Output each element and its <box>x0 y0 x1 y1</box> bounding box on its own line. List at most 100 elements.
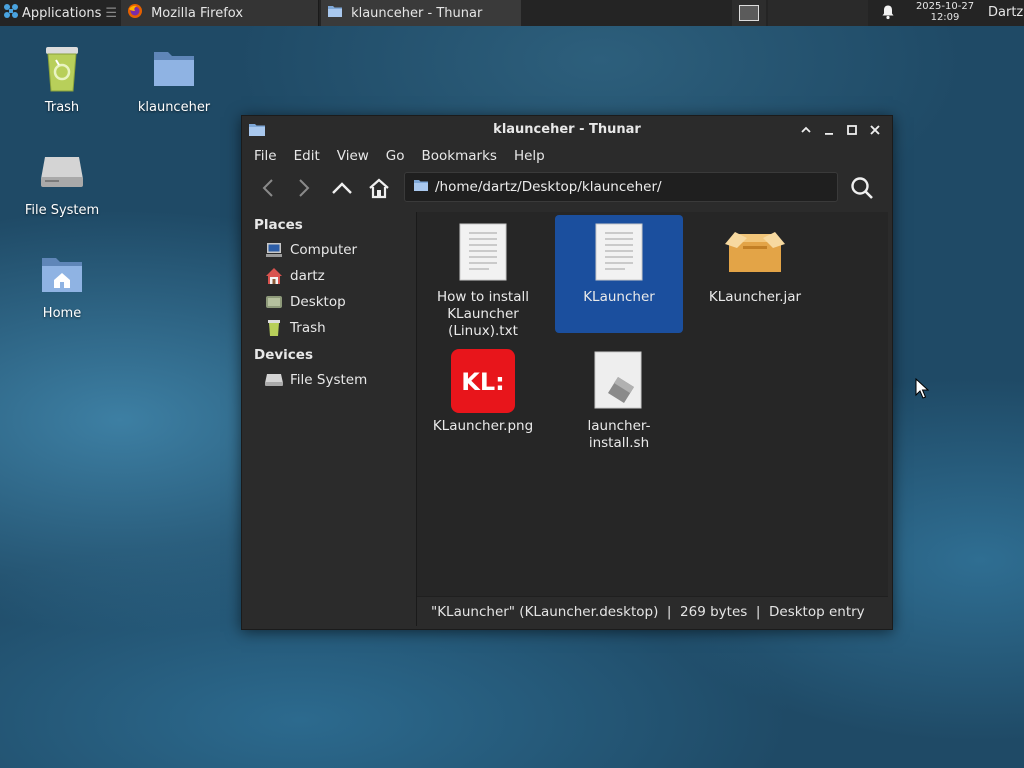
maximize-icon <box>846 125 857 135</box>
chevron-up-icon <box>800 126 811 133</box>
shade-button[interactable] <box>794 121 817 139</box>
close-icon <box>869 125 880 135</box>
sidebar-item-dartz[interactable]: dartz <box>246 263 416 289</box>
folder-icon <box>119 40 229 96</box>
desktop-icon-file-system[interactable]: File System <box>7 143 117 218</box>
file-item[interactable]: How to install KLauncher (Linux).txt <box>419 215 547 346</box>
folder-icon <box>413 178 429 196</box>
sidebar-header-places: Places <box>254 217 303 233</box>
status-bar: "KLauncher" (KLauncher.desktop) | 269 by… <box>417 596 888 626</box>
sidebar-item-label: Computer <box>290 242 358 258</box>
notification-bell-icon[interactable] <box>880 4 896 24</box>
computer-icon <box>264 241 284 259</box>
home-folder-icon <box>7 246 117 302</box>
menu-file[interactable]: File <box>248 148 283 164</box>
sidebar-item-label: File System <box>290 372 368 388</box>
close-button[interactable] <box>863 121 886 139</box>
xfce-logo-icon <box>3 3 19 23</box>
search-button[interactable] <box>848 174 876 202</box>
minimize-icon <box>824 133 833 135</box>
applications-menu[interactable]: Applications ☰ <box>0 0 121 26</box>
toolbar: /home/dartz/Desktop/klaunceher/ <box>242 168 892 208</box>
taskbar-item-label: Mozilla Firefox <box>151 5 244 21</box>
home-icon <box>264 267 284 285</box>
sidebar-item-label: Desktop <box>290 294 346 310</box>
package-icon <box>691 215 819 285</box>
file-view[interactable]: How to install KLauncher (Linux).txt KLa… <box>417 212 888 596</box>
menu-edit[interactable]: Edit <box>288 148 326 164</box>
clock-time: 12:09 <box>930 12 960 23</box>
trash-icon <box>264 319 284 337</box>
menu-view[interactable]: View <box>331 148 375 164</box>
sidebar-item-trash[interactable]: Trash <box>246 315 416 341</box>
location-bar[interactable]: /home/dartz/Desktop/klaunceher/ <box>404 172 838 202</box>
sidebar-item-desktop[interactable]: Desktop <box>246 289 416 315</box>
window-buttons <box>794 121 886 139</box>
top-panel: Applications ☰ Mozilla Firefox klauncehe… <box>0 0 1024 26</box>
image-icon: KL: <box>419 344 547 414</box>
firefox-icon <box>127 3 143 23</box>
image-text: KL: <box>461 368 505 396</box>
sidebar-item-computer[interactable]: Computer <box>246 237 416 263</box>
applications-separator: ☰ <box>105 5 118 21</box>
user-menu[interactable]: Dartz <box>988 5 1023 20</box>
desktop-icon <box>264 293 284 311</box>
chevron-left-icon <box>262 179 273 197</box>
taskbar-item-label: klaunceher - Thunar <box>351 5 483 21</box>
window-content: Places Computer dartz Desktop Trash Devi… <box>246 212 888 626</box>
menu-bookmarks[interactable]: Bookmarks <box>416 148 503 164</box>
file-item-label: KLauncher.png <box>432 418 534 434</box>
taskbar-item-thunar[interactable]: klaunceher - Thunar <box>321 0 522 26</box>
drive-icon <box>264 371 284 389</box>
file-item-label: launcher-install.sh <box>587 418 651 451</box>
desktop-icon-label: File System <box>24 203 100 218</box>
sidebar-item-file-system[interactable]: File System <box>246 367 416 393</box>
menu-help[interactable]: Help <box>508 148 551 164</box>
file-item[interactable]: KL: KLauncher.png <box>419 344 547 441</box>
drive-icon <box>7 143 117 199</box>
folder-icon <box>327 4 343 22</box>
file-item-label: KLauncher <box>583 289 655 305</box>
menu-bar: File Edit View Go Bookmarks Help <box>242 144 892 168</box>
parent-folder-button[interactable] <box>328 174 356 202</box>
back-button[interactable] <box>254 174 282 202</box>
file-item[interactable]: launcher-install.sh <box>555 344 683 458</box>
location-path: /home/dartz/Desktop/klaunceher/ <box>435 179 662 195</box>
chevron-right-icon <box>299 179 310 197</box>
file-item[interactable]: KLauncher.jar <box>691 215 819 312</box>
file-item[interactable]: KLauncher <box>555 215 683 333</box>
desktop-icon-label: klaunceher <box>137 100 211 115</box>
clock-date: 2025-10-27 <box>915 1 975 12</box>
menu-go[interactable]: Go <box>380 148 411 164</box>
file-item-label: KLauncher.jar <box>708 289 802 305</box>
workspace-1[interactable] <box>739 5 759 21</box>
sidebar-item-label: Trash <box>290 320 326 336</box>
search-icon <box>851 177 873 199</box>
workspace-switcher[interactable] <box>732 0 766 26</box>
home-icon <box>369 178 389 199</box>
chevron-up-icon <box>332 182 352 194</box>
text-document-icon <box>419 215 547 285</box>
desktop-icon-label: Trash <box>44 100 80 115</box>
mouse-cursor-icon <box>915 377 930 404</box>
trash-icon <box>7 40 117 96</box>
sidebar-header-devices: Devices <box>254 347 313 363</box>
home-button[interactable] <box>365 174 393 202</box>
desktop-icon-label: Home <box>42 306 82 321</box>
applications-label: Applications <box>22 5 102 21</box>
workspace-area[interactable] <box>768 0 868 26</box>
thunar-window: klaunceher - Thunar File Edit View Go Bo… <box>241 115 893 630</box>
sidebar: Places Computer dartz Desktop Trash Devi… <box>246 212 417 626</box>
window-titlebar[interactable]: klaunceher - Thunar <box>242 116 892 144</box>
desktop-icon-klaunceher[interactable]: klaunceher <box>119 40 229 115</box>
desktop-icon-trash[interactable]: Trash <box>7 40 117 115</box>
maximize-button[interactable] <box>840 121 863 139</box>
clock[interactable]: 2025-10-27 12:09 <box>910 1 980 23</box>
taskbar-item-firefox[interactable]: Mozilla Firefox <box>121 0 320 26</box>
minimize-button[interactable] <box>817 121 840 139</box>
sidebar-item-label: dartz <box>290 268 325 284</box>
desktop-icon-home[interactable]: Home <box>7 246 117 321</box>
forward-button[interactable] <box>290 174 318 202</box>
script-icon <box>555 344 683 414</box>
text-document-icon <box>555 215 683 285</box>
